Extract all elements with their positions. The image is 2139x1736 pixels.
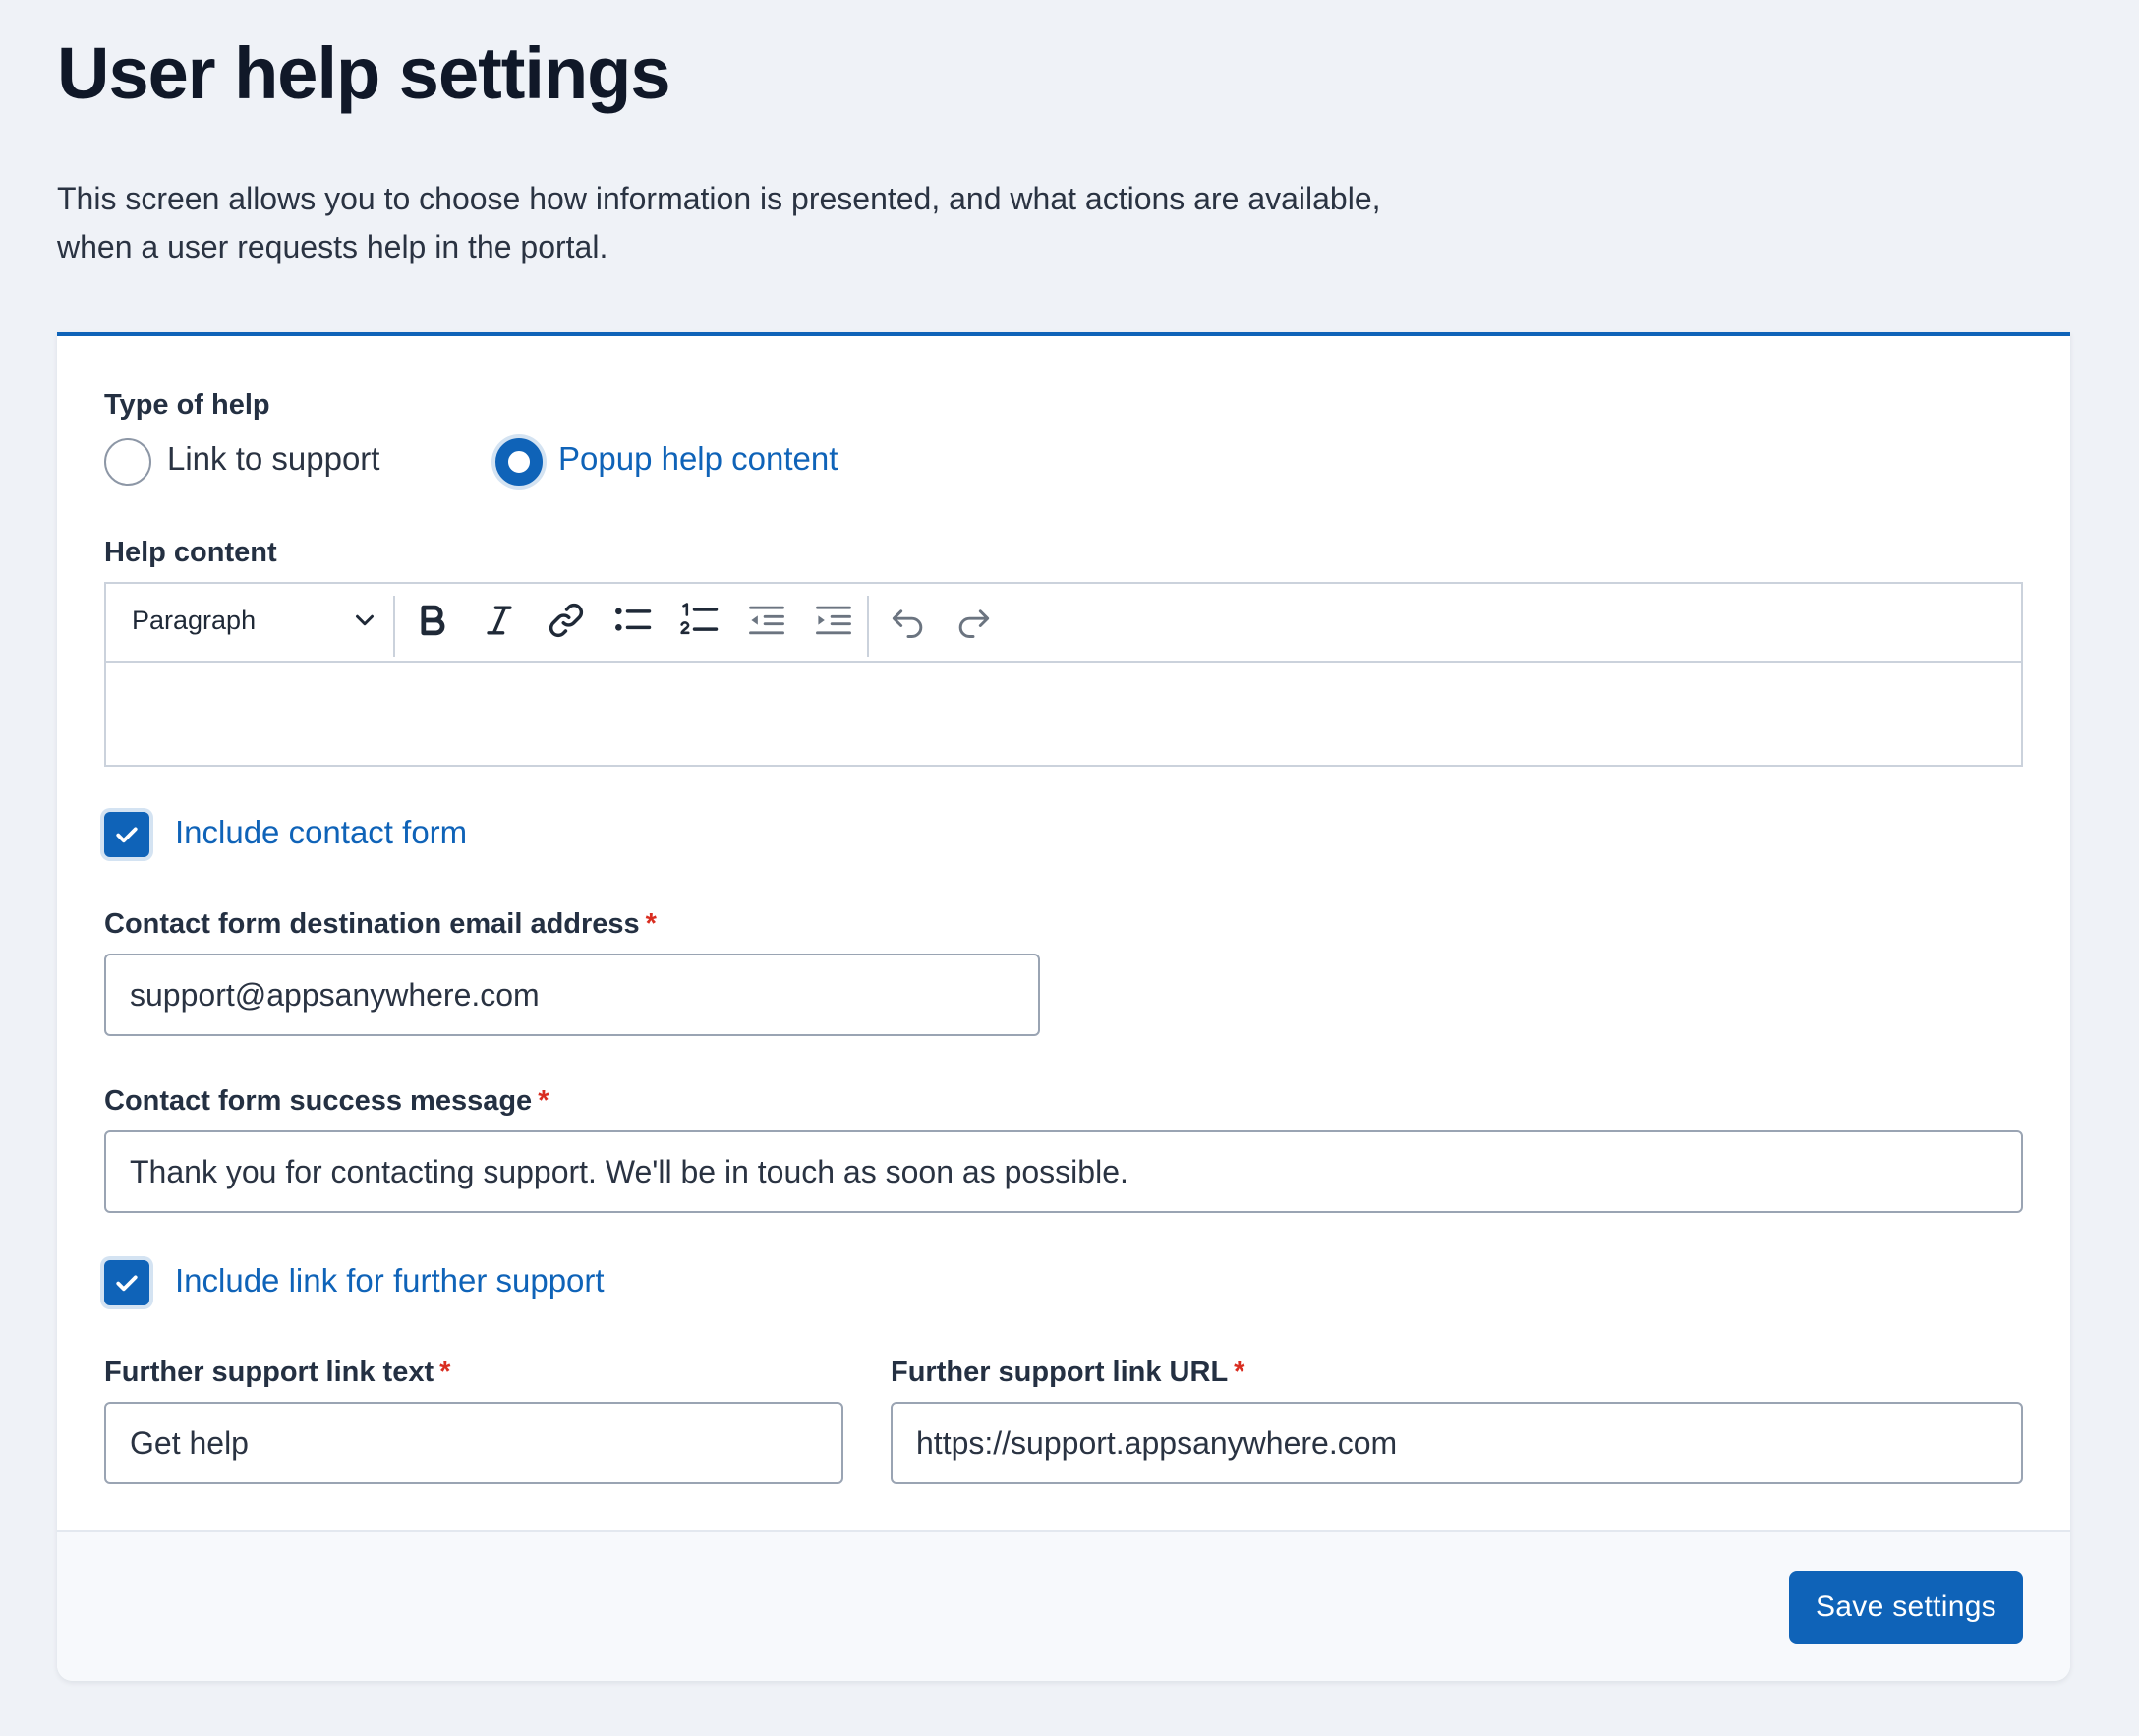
link-icon [549, 603, 584, 638]
indent-icon [816, 606, 851, 635]
support-link-url-label: Further support link URL * [891, 1357, 1244, 1389]
contact-email-label: Contact form destination email address * [104, 908, 657, 941]
support-link-url-label-text: Further support link URL [891, 1357, 1229, 1388]
success-message-label-text: Contact form success message [104, 1085, 533, 1117]
chevron-down-icon[interactable] [350, 606, 379, 635]
link-button[interactable] [545, 599, 588, 642]
radio-label-popup-help-content[interactable]: Popup help content [558, 440, 838, 478]
numbered-list-button[interactable] [678, 599, 722, 642]
undo-button[interactable] [887, 599, 930, 642]
page-intro: This screen allows you to choose how inf… [57, 181, 1381, 264]
success-message-label: Contact form success message * [104, 1085, 549, 1118]
support-link-text-label: Further support link text * [104, 1357, 450, 1389]
support-link-url-input[interactable]: https://support.appsanywhere.com [891, 1402, 2023, 1484]
contact-email-label-text: Contact form destination email address [104, 908, 640, 940]
outdent-icon [749, 606, 784, 635]
editor-toolbar: Paragraph [106, 584, 2021, 663]
type-of-help-label: Type of help [104, 389, 270, 421]
help-content-editor: Paragraph [104, 582, 2023, 767]
help-content-label: Help content [104, 537, 277, 568]
toolbar-separator [867, 596, 869, 657]
include-further-support-checkbox[interactable] [104, 1260, 149, 1305]
required-marker: * [645, 908, 657, 940]
settings-card: Type of help Link to support Popup help … [57, 332, 2070, 1681]
numbered-list-icon [680, 603, 719, 635]
outdent-button[interactable] [745, 599, 788, 642]
include-contact-form-checkbox[interactable] [104, 812, 149, 857]
support-link-text-input[interactable]: Get help [104, 1402, 843, 1484]
include-contact-form-label[interactable]: Include contact form [175, 814, 467, 851]
card-footer: Save settings [57, 1530, 2070, 1681]
contact-email-input[interactable]: support@appsanywhere.com [104, 954, 1040, 1036]
success-message-input[interactable]: Thank you for contacting support. We'll … [104, 1130, 2023, 1213]
required-marker: * [538, 1085, 549, 1117]
radio-popup-help-content[interactable] [495, 438, 543, 486]
redo-button[interactable] [952, 599, 995, 642]
italic-button[interactable] [478, 599, 521, 642]
radio-link-to-support[interactable] [104, 438, 151, 486]
help-content-textarea[interactable] [106, 661, 2021, 765]
required-marker: * [1234, 1357, 1245, 1388]
undo-icon [892, 609, 923, 638]
bulleted-list-button[interactable] [611, 599, 655, 642]
toolbar-separator [393, 596, 395, 657]
bold-button[interactable] [411, 599, 454, 642]
required-marker: * [439, 1357, 451, 1388]
italic-icon [487, 606, 512, 635]
include-further-support-label[interactable]: Include link for further support [175, 1262, 605, 1300]
save-settings-button[interactable]: Save settings [1789, 1571, 2023, 1644]
indent-button[interactable] [812, 599, 855, 642]
bulleted-list-icon [615, 608, 652, 631]
paragraph-format-select[interactable]: Paragraph [132, 606, 256, 636]
checkmark-icon [116, 1275, 138, 1292]
support-link-text-label-text: Further support link text [104, 1357, 434, 1388]
redo-icon [958, 609, 990, 638]
radio-label-link-to-support[interactable]: Link to support [167, 440, 379, 478]
checkmark-icon [116, 827, 138, 843]
bold-icon [421, 605, 445, 636]
page-title: User help settings [57, 32, 671, 114]
